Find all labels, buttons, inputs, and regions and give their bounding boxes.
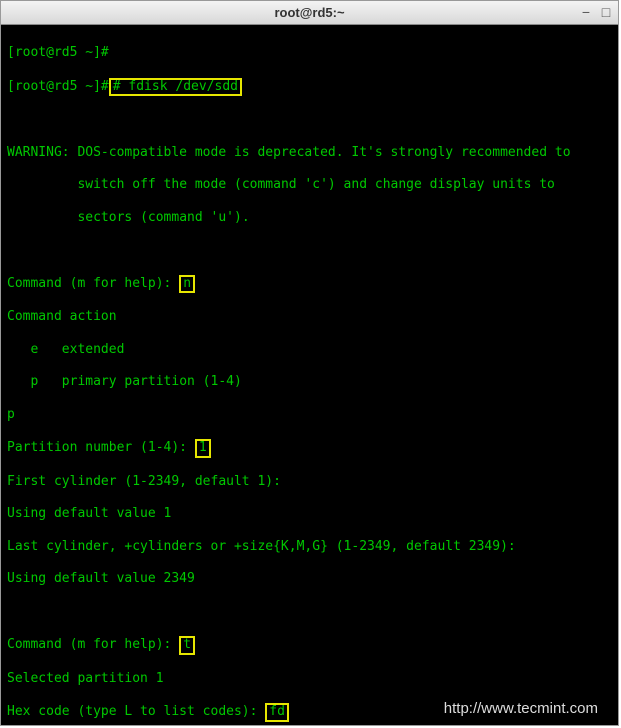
cmd-fdisk: # fdisk /dev/sdd <box>109 78 242 96</box>
cmd-action: Command action <box>7 309 612 325</box>
shell-prompt: [root@rd5 ~]# <box>7 45 109 60</box>
terminal-body[interactable]: [root@rd5 ~]# [root@rd5 ~]## fdisk /dev/… <box>1 25 618 725</box>
selected-partition: Selected partition 1 <box>7 671 612 687</box>
input-1: 1 <box>195 439 211 457</box>
minimize-button[interactable]: − <box>578 4 594 20</box>
warning-line-1: WARNING: DOS-compatible mode is deprecat… <box>7 145 612 161</box>
window-title: root@rd5:~ <box>274 5 344 20</box>
terminal-window: root@rd5:~ − □ [root@rd5 ~]# [root@rd5 ~… <box>0 0 619 726</box>
window-controls: − □ <box>578 4 614 20</box>
input-n: n <box>179 275 195 293</box>
partnum-prompt: Partition number (1-4): <box>7 440 195 455</box>
last-cylinder: Last cylinder, +cylinders or +size{K,M,G… <box>7 539 612 555</box>
maximize-button[interactable]: □ <box>598 4 614 20</box>
first-cylinder: First cylinder (1-2349, default 1): <box>7 474 612 490</box>
watermark: http://www.tecmint.com <box>444 700 598 719</box>
cmd-prompt: Command (m for help): <box>7 276 179 291</box>
input-t: t <box>179 636 195 654</box>
shell-prompt: [root@rd5 ~]# <box>7 79 109 94</box>
action-primary: p primary partition (1-4) <box>7 374 612 390</box>
action-extended: e extended <box>7 342 612 358</box>
cmd-prompt: Command (m for help): <box>7 637 179 652</box>
titlebar[interactable]: root@rd5:~ − □ <box>1 1 618 25</box>
warning-line-3: sectors (command 'u'). <box>7 210 612 226</box>
hex-prompt: Hex code (type L to list codes): <box>7 704 265 719</box>
default-1: Using default value 1 <box>7 506 612 522</box>
input-fd: fd <box>265 703 289 721</box>
default-2349: Using default value 2349 <box>7 571 612 587</box>
warning-line-2: switch off the mode (command 'c') and ch… <box>7 177 612 193</box>
input-p: p <box>7 407 612 423</box>
